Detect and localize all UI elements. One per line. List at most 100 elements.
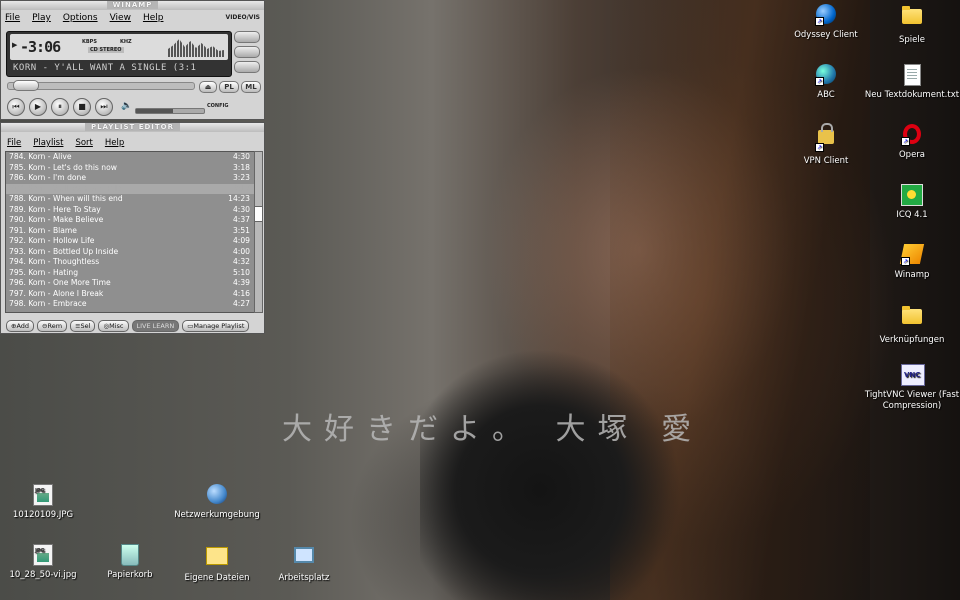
misc-button[interactable]: ◎Misc — [98, 320, 129, 332]
track-duration: 4:09 — [232, 236, 250, 245]
pause-button[interactable]: ⏸ — [51, 98, 69, 116]
playlist-track-row[interactable]: 795. Korn - Hating 5:10 — [6, 268, 254, 279]
previous-button[interactable]: ⏮ — [7, 98, 25, 116]
song-title-marquee[interactable]: KORN - Y'ALL WANT A SINGLE (3:1 — [13, 62, 225, 74]
playlist-track-row[interactable]: 789. Korn - Here To Stay 4:30 — [6, 205, 254, 216]
winamp-menu-file[interactable]: File — [5, 13, 20, 23]
playlist-track-row[interactable]: 787. Korn - Y'all want a single 3:17 — [6, 183, 254, 194]
seek-thumb[interactable] — [13, 80, 40, 91]
playlist-track-row[interactable]: 797. Korn - Alone I Break 4:16 — [6, 289, 254, 300]
playlist-track-row[interactable]: 792. Korn - Hollow Life 4:09 — [6, 236, 254, 247]
volume-slider[interactable] — [135, 108, 205, 114]
config-button[interactable]: CONFIG — [207, 103, 228, 109]
track-duration: 4:30 — [232, 204, 250, 214]
desktop-icon-icq[interactable]: ICQ 4.1 — [864, 184, 960, 221]
icon-label: Netzwerkumgebung — [174, 510, 260, 520]
playlist-menu-playlist[interactable]: Playlist — [33, 138, 63, 148]
select-button[interactable]: ≡Sel — [70, 320, 96, 332]
track-title: 787. Korn - Y'all want a single — [9, 183, 122, 193]
track-title: 795. Korn - Hating — [9, 267, 79, 277]
globe-shortcut-icon: ↗ — [815, 4, 837, 26]
desktop-icon-opera[interactable]: ↗ Opera — [864, 124, 960, 161]
playlist-scrollbar[interactable] — [254, 151, 263, 313]
desktop-icon-verknuepfungen[interactable]: Verknüpfungen — [864, 304, 960, 346]
playlist-track-row[interactable]: 790. Korn - Make Believe 4:37 — [6, 215, 254, 226]
desktop-icon-abc[interactable]: ↗ ABC — [778, 64, 874, 101]
desktop-icon-arbeitsplatz[interactable]: Arbeitsplatz — [256, 544, 352, 584]
wallpaper-sweater — [420, 350, 680, 600]
next-button[interactable]: ⏭ — [95, 98, 113, 116]
side-button-1[interactable] — [234, 31, 260, 43]
playlist-track-row[interactable]: 794. Korn - Thoughtless 4:32 — [6, 257, 254, 268]
winamp-menu-view[interactable]: View — [110, 13, 131, 23]
playlist-track-row[interactable]: 784. Korn - Alive 4:30 — [6, 152, 254, 163]
side-button-3[interactable] — [234, 61, 260, 73]
desktop-icon-vpn-client[interactable]: ↗ VPN Client — [778, 123, 874, 167]
playlist-menu-sort[interactable]: Sort — [75, 138, 92, 148]
select-button-label: Sel — [80, 322, 91, 330]
misc-button-label: Misc — [109, 322, 124, 330]
volume-fill — [136, 109, 174, 113]
desktop-icon-netzwerkumgebung[interactable]: Netzwerkumgebung — [169, 484, 265, 521]
playlist-toggle-button[interactable]: PL — [219, 81, 239, 93]
desktop-icon-tightvnc[interactable]: TightVNC Viewer (Fast Compression) — [864, 364, 960, 412]
winamp-display: ▶ -3:06 KBPS KHZ CD STEREO KORN - Y'ALL … — [6, 31, 232, 77]
spectrum-visualizer[interactable] — [168, 39, 224, 57]
khz-label: KHZ — [120, 39, 132, 45]
playlist-titlebar[interactable]: PLAYLIST EDITOR — [1, 123, 264, 132]
playlist-track-row[interactable]: 791. Korn - Blame 3:51 — [6, 226, 254, 237]
volume-control[interactable]: 🔈 — [121, 99, 207, 114]
manage-playlist-button[interactable]: ▭Manage Playlist — [182, 320, 250, 332]
desktop-icon-winamp[interactable]: ↗ Winamp — [864, 244, 960, 281]
playlist-button-bar: ⊕Add ⊖Rem ≡Sel ◎Misc LIVE LEARN ▭Manage … — [6, 320, 250, 332]
playlist-menubar: File Playlist Sort Help — [7, 138, 124, 148]
track-duration: 3:23 — [232, 173, 250, 182]
playlist-track-row[interactable]: 796. Korn - One More Time 4:39 — [6, 278, 254, 289]
lock-shortcut-icon: ↗ — [815, 123, 837, 152]
stop-button[interactable]: ■ — [73, 98, 91, 116]
desktop-icon-jpg-10120109[interactable]: 10120109.JPG — [0, 484, 91, 521]
playlist-track-row[interactable]: 786. Korn - I'm done 3:23 — [6, 173, 254, 184]
jpg-image-icon — [32, 484, 54, 506]
winamp-main-window[interactable]: WINAMP File Play Options View Help VIDEO… — [0, 0, 265, 120]
icq-flower-icon — [901, 184, 923, 206]
desktop-icon-jpg-10-28-50[interactable]: 10_28_50-vi.jpg — [0, 544, 91, 581]
icon-label: Arbeitsplatz — [278, 573, 330, 583]
desktop-icon-text-document[interactable]: Neu Textdokument.txt — [864, 64, 960, 101]
winamp-titlebar[interactable]: WINAMP — [1, 1, 264, 10]
time-display[interactable]: -3:06 — [20, 38, 61, 56]
desktop-icon-eigene-dateien[interactable]: Eigene Dateien — [169, 544, 265, 584]
video-vis-label[interactable]: VIDEO/VIS — [226, 14, 260, 21]
desktop-icon-spiele[interactable]: Spiele — [864, 4, 960, 46]
playlist-track-row[interactable]: 798. Korn - Embrace 4:27 — [6, 299, 254, 310]
eject-button[interactable]: ⏏ — [199, 81, 217, 93]
playlist-track-list[interactable]: 784. Korn - Alive 4:30 785. Korn - Let's d… — [5, 151, 255, 313]
play-button[interactable]: ▶ — [29, 98, 47, 116]
playlist-track-row[interactable]: 785. Korn - Let's do this now 3:18 — [6, 163, 254, 174]
winamp-menu-play[interactable]: Play — [32, 13, 51, 23]
desktop-icon-odyssey-client[interactable]: ↗ Odyssey Client — [778, 4, 874, 41]
track-duration: 4:16 — [232, 288, 250, 298]
winamp-menubar: File Play Options View Help — [5, 13, 163, 23]
track-title: 797. Korn - Alone I Break — [9, 288, 104, 298]
winamp-menu-help[interactable]: Help — [143, 13, 164, 23]
track-title: 794. Korn - Thoughtless — [9, 257, 100, 266]
playlist-editor-window[interactable]: PLAYLIST EDITOR File Playlist Sort Help … — [0, 122, 265, 334]
add-button[interactable]: ⊕Add — [6, 320, 35, 332]
track-title: 790. Korn - Make Believe — [9, 215, 104, 224]
folder-icon — [901, 306, 923, 331]
track-title: 793. Korn - Bottled Up Inside — [9, 246, 119, 256]
playlist-menu-file[interactable]: File — [7, 138, 21, 148]
remove-button[interactable]: ⊖Rem — [37, 320, 68, 332]
icon-label: Papierkorb — [107, 570, 153, 580]
playlist-track-row[interactable]: 788. Korn - When will this end 14:23 — [6, 194, 254, 205]
desktop-icon-papierkorb[interactable]: Papierkorb — [82, 544, 178, 581]
playlist-scroll-thumb[interactable] — [255, 206, 262, 222]
media-library-toggle-button[interactable]: ML — [241, 81, 261, 93]
winamp-menu-options[interactable]: Options — [63, 13, 98, 23]
playlist-track-row[interactable]: 793. Korn - Bottled Up Inside 4:00 — [6, 247, 254, 258]
opera-icon: ↗ — [901, 124, 923, 146]
icon-label: Odyssey Client — [794, 30, 858, 40]
playlist-menu-help[interactable]: Help — [105, 138, 124, 148]
side-button-2[interactable] — [234, 46, 260, 58]
